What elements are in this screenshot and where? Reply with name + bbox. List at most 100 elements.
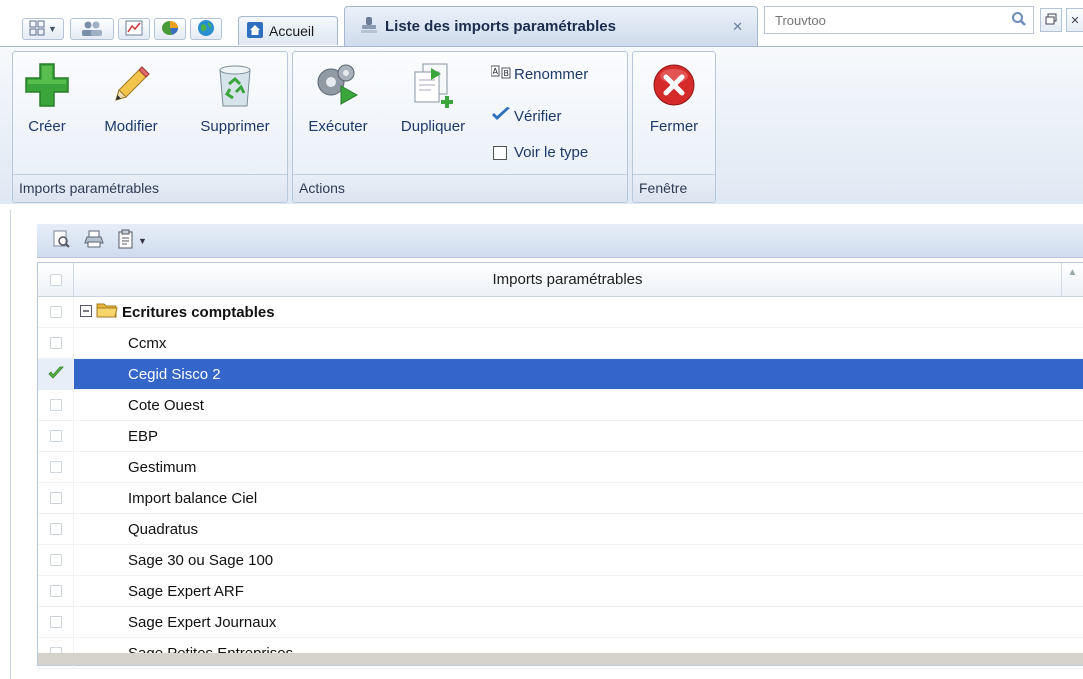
show-type-check[interactable] bbox=[493, 145, 507, 160]
execute-button[interactable]: Exécuter bbox=[297, 58, 379, 135]
group-label: Ecritures comptables bbox=[122, 303, 275, 321]
close-window-button[interactable]: ✕ bbox=[1066, 8, 1083, 32]
scroll-up-button[interactable]: ▲ bbox=[1061, 263, 1083, 296]
recycle-bin-icon bbox=[215, 62, 255, 111]
collapse-icon[interactable] bbox=[80, 304, 92, 321]
search-icon[interactable] bbox=[1011, 11, 1027, 30]
table-row[interactable]: Cegid Sisco 2 bbox=[38, 358, 1083, 390]
spreadsheet-icon bbox=[125, 20, 143, 39]
close-window-icon: ✕ bbox=[1070, 14, 1080, 27]
select-all-checkbox[interactable] bbox=[49, 273, 62, 286]
verify-button[interactable]: Vérifier bbox=[491, 106, 562, 126]
delete-button-label: Supprimer bbox=[200, 118, 270, 135]
checkmark-icon bbox=[491, 106, 511, 126]
tab-imports-list[interactable]: Liste des imports paramétrables ✕ bbox=[344, 6, 758, 46]
duplicate-button-label: Dupliquer bbox=[400, 118, 466, 135]
clipboard-icon bbox=[117, 229, 135, 252]
web-button[interactable] bbox=[190, 18, 222, 40]
row-label: Gestimum bbox=[128, 458, 197, 476]
gears-play-icon bbox=[313, 62, 363, 111]
export-menu-button[interactable]: ▼ bbox=[117, 229, 147, 252]
row-label: Sage 30 ou Sage 100 bbox=[128, 551, 274, 569]
edit-button[interactable]: Modifier bbox=[91, 58, 171, 135]
stamp-icon bbox=[359, 15, 379, 39]
ribbon: Créer Modifier Supprimer Imports paramét… bbox=[0, 46, 1083, 204]
plus-icon bbox=[24, 62, 70, 111]
row-checkbox[interactable] bbox=[49, 616, 62, 628]
row-label: Import balance Ciel bbox=[128, 489, 258, 507]
row-label: Cote Ouest bbox=[128, 396, 204, 414]
table-row[interactable]: Sage Expert ARF bbox=[38, 575, 1083, 607]
execute-button-label: Exécuter bbox=[308, 118, 368, 135]
row-checkbox[interactable] bbox=[49, 492, 62, 504]
folder-icon bbox=[96, 301, 118, 323]
row-label: Cegid Sisco 2 bbox=[128, 365, 221, 383]
group-row[interactable]: Ecritures comptables bbox=[38, 296, 1083, 328]
close-circle-icon bbox=[651, 62, 697, 111]
row-checkbox[interactable] bbox=[49, 430, 62, 442]
table-row[interactable]: Sage 30 ou Sage 100 bbox=[38, 544, 1083, 576]
chevron-down-icon: ▼ bbox=[48, 24, 57, 34]
table-row[interactable]: EBP bbox=[38, 420, 1083, 452]
close-button[interactable]: Fermer bbox=[639, 58, 709, 135]
delete-button[interactable]: Supprimer bbox=[189, 58, 281, 135]
chart-button[interactable] bbox=[154, 18, 186, 40]
search-field[interactable] bbox=[764, 6, 1034, 34]
row-checkbox[interactable] bbox=[49, 523, 62, 535]
home-icon bbox=[247, 21, 263, 41]
apps-menu-button[interactable]: ▼ bbox=[22, 18, 64, 40]
table-row[interactable]: Ccmx bbox=[38, 327, 1083, 359]
pencil-icon bbox=[108, 62, 154, 111]
grid-toolbar: ▼ bbox=[37, 224, 1083, 258]
ribbon-group-window: Fermer Fenêtre bbox=[632, 51, 716, 203]
preview-icon[interactable] bbox=[51, 229, 71, 252]
close-button-label: Fermer bbox=[649, 118, 699, 135]
apps-grid-icon bbox=[29, 20, 45, 39]
rename-button[interactable]: AB Renommer bbox=[490, 64, 588, 84]
row-checkbox[interactable] bbox=[49, 554, 62, 566]
spreadsheet-button[interactable] bbox=[118, 18, 150, 40]
restore-window-button[interactable] bbox=[1040, 8, 1062, 32]
ribbon-group-imports: Créer Modifier Supprimer Imports paramét… bbox=[12, 51, 288, 203]
row-label: Quadratus bbox=[128, 520, 199, 538]
check-icon[interactable] bbox=[47, 365, 64, 384]
people-icon bbox=[80, 19, 104, 40]
table-row[interactable]: Sage Expert Journaux bbox=[38, 606, 1083, 638]
svg-text:A: A bbox=[493, 67, 499, 76]
select-all-cell[interactable] bbox=[38, 263, 74, 296]
imports-grid: Imports paramétrables ▲ Ecritures compta… bbox=[37, 262, 1083, 669]
table-row[interactable]: Cote Ouest bbox=[38, 389, 1083, 421]
users-button[interactable] bbox=[70, 18, 114, 40]
close-icon[interactable]: ✕ bbox=[732, 19, 743, 35]
table-row[interactable]: Gestimum bbox=[38, 451, 1083, 483]
search-input[interactable] bbox=[775, 12, 995, 28]
show-type-checkbox[interactable]: Voir le type bbox=[493, 144, 588, 161]
ribbon-group-label: Fenêtre bbox=[633, 174, 715, 202]
row-checkbox[interactable] bbox=[49, 306, 62, 318]
tab-home[interactable]: Accueil bbox=[238, 16, 338, 45]
pie-chart-icon bbox=[160, 19, 180, 40]
table-row[interactable]: Import balance Ciel bbox=[38, 482, 1083, 514]
grid-panel: ▼ Imports paramétrables ▲ Ecritures comp… bbox=[10, 210, 1083, 679]
chevron-down-icon: ▼ bbox=[138, 235, 147, 246]
grid-footer bbox=[38, 653, 1083, 665]
duplicate-button[interactable]: Dupliquer bbox=[389, 58, 477, 135]
rename-icon: AB bbox=[490, 64, 511, 84]
print-icon[interactable] bbox=[83, 229, 105, 252]
row-checkbox[interactable] bbox=[49, 337, 62, 349]
tab-home-label: Accueil bbox=[269, 23, 315, 39]
show-type-label: Voir le type bbox=[514, 144, 589, 161]
globe-icon bbox=[197, 19, 215, 40]
ribbon-group-label: Actions bbox=[293, 174, 627, 202]
create-button[interactable]: Créer bbox=[17, 58, 77, 135]
row-checkbox[interactable] bbox=[49, 399, 62, 411]
row-checkbox[interactable] bbox=[49, 585, 62, 597]
table-row[interactable]: Quadratus bbox=[38, 513, 1083, 545]
grid-header: Imports paramétrables ▲ bbox=[38, 263, 1083, 297]
column-header-imports[interactable]: Imports paramétrables bbox=[74, 263, 1061, 296]
row-checkbox[interactable] bbox=[49, 461, 62, 473]
ribbon-group-label: Imports paramétrables bbox=[13, 174, 287, 202]
restore-window-icon bbox=[1045, 13, 1057, 28]
row-label: Sage Expert Journaux bbox=[128, 613, 277, 631]
tab-imports-list-label: Liste des imports paramétrables bbox=[385, 18, 616, 35]
